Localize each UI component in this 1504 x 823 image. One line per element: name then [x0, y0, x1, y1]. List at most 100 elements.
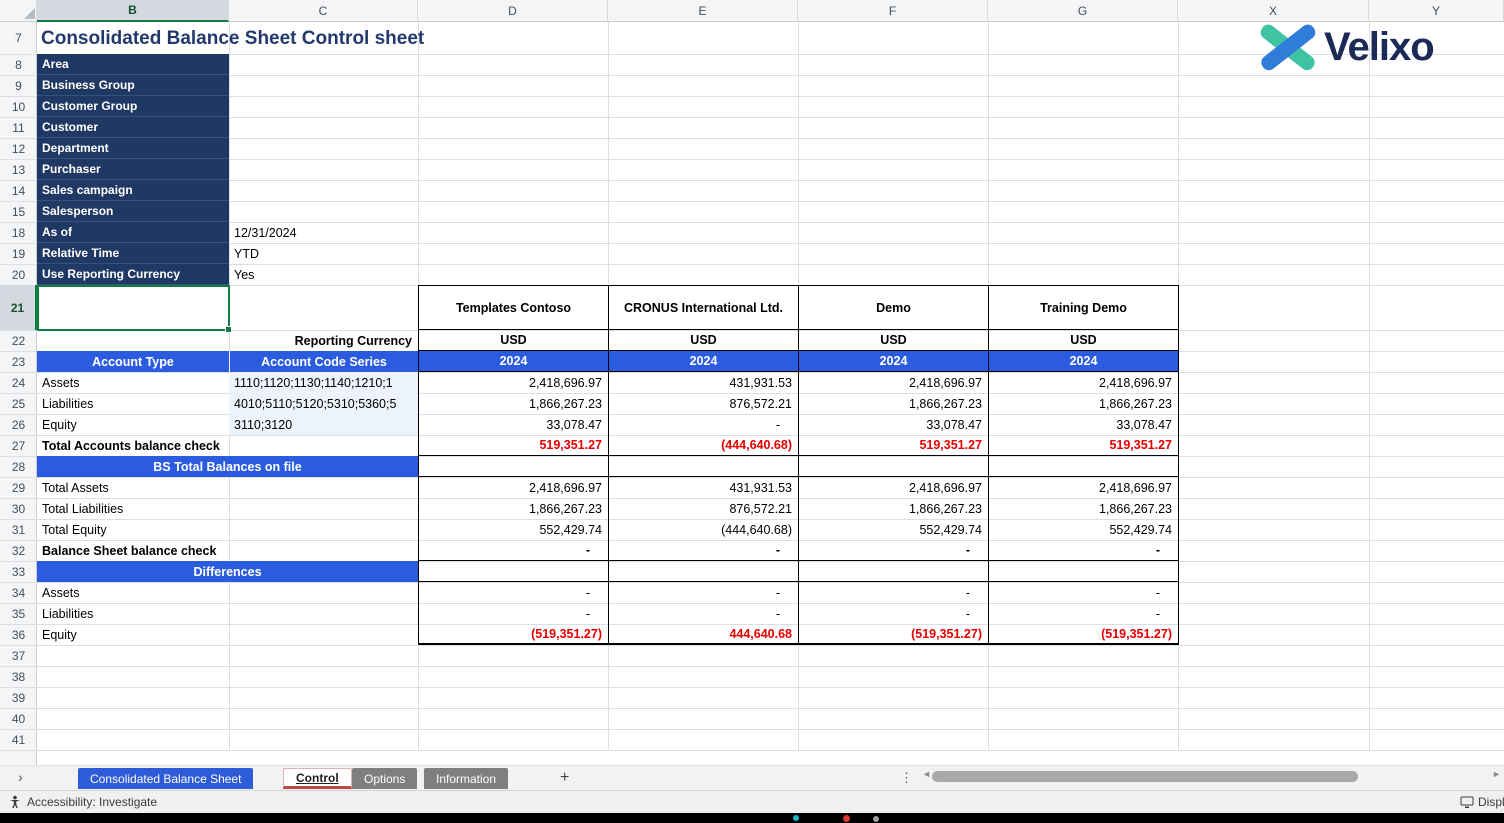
value-cell[interactable]: 1,866,267.23 — [419, 393, 609, 414]
diff-assets-label[interactable]: Assets — [37, 582, 418, 603]
value-cell[interactable]: 1,866,267.23 — [799, 393, 989, 414]
value-cell[interactable]: 431,931.53 — [609, 372, 799, 393]
setting-value-as-of[interactable]: 12/31/2024 — [229, 222, 418, 243]
value-cell[interactable]: - — [989, 603, 1179, 624]
account-type-header[interactable]: Account Type — [37, 351, 229, 372]
reporting-currency-label[interactable]: Reporting Currency — [229, 330, 418, 351]
row-header-8[interactable]: 8 — [0, 54, 37, 75]
tab-control-active[interactable]: Control — [283, 768, 352, 789]
account-label-equity[interactable]: Equity — [37, 414, 229, 435]
account-codes-liabilities[interactable]: 4010;5110;5120;5310;5360;5 — [229, 393, 418, 414]
row-header-27[interactable]: 27 — [0, 435, 37, 456]
value-cell[interactable]: - — [419, 582, 609, 603]
value-cell[interactable]: 2,418,696.97 — [419, 372, 609, 393]
page-title[interactable]: Consolidated Balance Sheet Control sheet — [41, 24, 424, 54]
row-header-23[interactable]: 23 — [0, 351, 37, 372]
row-header-24[interactable]: 24 — [0, 372, 37, 393]
select-all-corner[interactable] — [0, 0, 37, 22]
value-cell[interactable]: (444,640.68) — [609, 519, 799, 540]
tab-information[interactable]: Information — [424, 768, 508, 789]
empty-cell[interactable] — [989, 456, 1179, 476]
filter-cell-purchaser[interactable]: Purchaser — [37, 159, 229, 180]
filter-cell-sales-campaign[interactable]: Sales campaign — [37, 180, 229, 201]
row-header-41[interactable]: 41 — [0, 729, 37, 750]
total-accounts-check-label[interactable]: Total Accounts balance check — [37, 435, 418, 456]
row-header-34[interactable]: 34 — [0, 582, 37, 603]
display-settings-text[interactable]: Displ — [1478, 795, 1504, 809]
account-code-series-header[interactable]: Account Code Series — [229, 351, 418, 372]
diff-liabilities-label[interactable]: Liabilities — [37, 603, 418, 624]
company-header-cell[interactable]: CRONUS International Ltd. — [609, 286, 799, 329]
row-header-18[interactable]: 18 — [0, 222, 37, 243]
row-header-25[interactable]: 25 — [0, 393, 37, 414]
row-header-31[interactable]: 31 — [0, 519, 37, 540]
column-header-D[interactable]: D — [418, 0, 608, 22]
value-cell[interactable]: 1,866,267.23 — [989, 393, 1179, 414]
value-cell[interactable]: 2,418,696.97 — [989, 372, 1179, 393]
value-cell[interactable]: - — [609, 540, 799, 560]
column-header-X[interactable]: X — [1178, 0, 1369, 22]
value-cell[interactable]: - — [609, 414, 799, 435]
value-cell[interactable]: - — [609, 582, 799, 603]
total-equity-label[interactable]: Total Equity — [37, 519, 418, 540]
balance-sheet-check-label[interactable]: Balance Sheet balance check — [37, 540, 418, 561]
column-header-G[interactable]: G — [988, 0, 1178, 22]
setting-label-use-reporting-currency[interactable]: Use Reporting Currency — [37, 264, 229, 285]
value-cell[interactable]: - — [799, 582, 989, 603]
value-cell[interactable]: 876,572.21 — [609, 393, 799, 414]
empty-cell[interactable] — [799, 561, 989, 581]
add-sheet-icon[interactable]: + — [560, 769, 569, 787]
accessibility-status-text[interactable]: Accessibility: Investigate — [27, 795, 157, 809]
row-header-35[interactable]: 35 — [0, 603, 37, 624]
value-cell[interactable]: - — [419, 540, 609, 560]
filter-cell-customer-group[interactable]: Customer Group — [37, 96, 229, 117]
row-header-40[interactable]: 40 — [0, 708, 37, 729]
column-header-F[interactable]: F — [798, 0, 988, 22]
filter-cell-business-group[interactable]: Business Group — [37, 75, 229, 96]
fill-handle[interactable] — [225, 326, 232, 333]
row-header-14[interactable]: 14 — [0, 180, 37, 201]
value-cell[interactable]: 2,418,696.97 — [989, 477, 1179, 498]
value-cell[interactable]: 431,931.53 — [609, 477, 799, 498]
setting-label-relative-time[interactable]: Relative Time — [37, 243, 229, 264]
value-cell[interactable]: 552,429.74 — [799, 519, 989, 540]
tab-options[interactable]: Options — [352, 768, 417, 789]
value-cell[interactable]: 876,572.21 — [609, 498, 799, 519]
row-header-12[interactable]: 12 — [0, 138, 37, 159]
value-cell[interactable]: 33,078.47 — [799, 414, 989, 435]
empty-cell[interactable] — [419, 561, 609, 581]
company-header-cell[interactable]: Demo — [799, 286, 989, 329]
value-cell[interactable]: 1,866,267.23 — [799, 498, 989, 519]
sheet-nav-right-icon[interactable]: › — [18, 769, 23, 785]
year-header-cell[interactable]: 2024 — [799, 351, 989, 371]
selected-cell-B21[interactable] — [37, 285, 230, 331]
filter-cell-area[interactable]: Area — [37, 54, 229, 75]
account-codes-equity[interactable]: 3110;3120 — [229, 414, 418, 435]
account-label-liabilities[interactable]: Liabilities — [37, 393, 229, 414]
scroll-right-icon[interactable]: ► — [1492, 769, 1501, 779]
account-label-assets[interactable]: Assets — [37, 372, 229, 393]
empty-cell[interactable] — [609, 561, 799, 581]
row-header-11[interactable]: 11 — [0, 117, 37, 138]
value-cell[interactable]: (519,351.27) — [989, 624, 1179, 643]
column-header-B[interactable]: B — [37, 0, 229, 22]
row-header-29[interactable]: 29 — [0, 477, 37, 498]
value-cell[interactable]: - — [989, 540, 1179, 560]
currency-cell[interactable]: USD — [989, 330, 1179, 350]
value-cell[interactable]: (519,351.27) — [419, 624, 609, 643]
value-cell[interactable]: - — [419, 603, 609, 624]
value-cell[interactable]: 33,078.47 — [419, 414, 609, 435]
row-header-22[interactable]: 22 — [0, 330, 37, 351]
setting-value-use-reporting-currency[interactable]: Yes — [229, 264, 418, 285]
value-cell[interactable]: 552,429.74 — [419, 519, 609, 540]
row-header-7[interactable]: 7 — [0, 22, 37, 54]
empty-cell[interactable] — [989, 561, 1179, 581]
row-header-30[interactable]: 30 — [0, 498, 37, 519]
value-cell[interactable]: 519,351.27 — [419, 435, 609, 455]
column-header-E[interactable]: E — [608, 0, 798, 22]
company-header-cell[interactable]: Training Demo — [989, 286, 1179, 329]
more-sheets-icon[interactable]: ⋮ — [900, 770, 913, 786]
column-header-Y[interactable]: Y — [1369, 0, 1504, 22]
company-header-cell[interactable]: Templates Contoso — [419, 286, 609, 329]
row-header-10[interactable]: 10 — [0, 96, 37, 117]
